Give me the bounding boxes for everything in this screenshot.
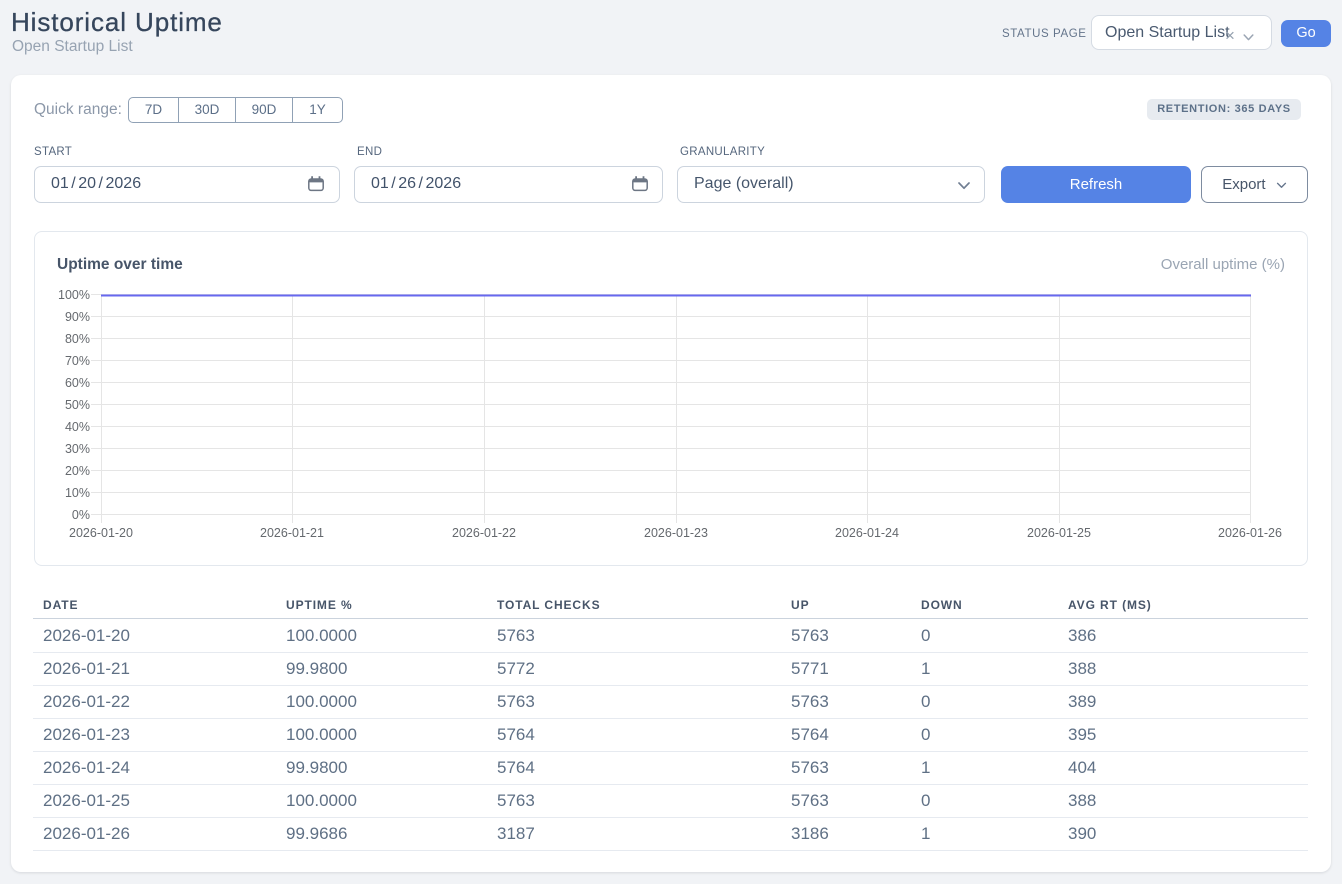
svg-text:2026-01-20: 2026-01-20 [69, 526, 133, 540]
svg-text:30%: 30% [65, 442, 90, 456]
svg-text:40%: 40% [65, 420, 90, 434]
svg-text:2026-01-22: 2026-01-22 [452, 526, 516, 540]
svg-text:70%: 70% [65, 354, 90, 368]
svg-text:2026-01-24: 2026-01-24 [835, 526, 899, 540]
svg-text:50%: 50% [65, 398, 90, 412]
svg-text:0%: 0% [72, 508, 90, 522]
svg-text:2026-01-26: 2026-01-26 [1218, 526, 1282, 540]
svg-text:10%: 10% [65, 486, 90, 500]
svg-text:80%: 80% [65, 332, 90, 346]
svg-text:2026-01-25: 2026-01-25 [1027, 526, 1091, 540]
svg-text:100%: 100% [58, 288, 90, 302]
svg-text:2026-01-23: 2026-01-23 [644, 526, 708, 540]
svg-text:20%: 20% [65, 464, 90, 478]
svg-text:2026-01-21: 2026-01-21 [260, 526, 324, 540]
svg-text:90%: 90% [65, 310, 90, 324]
svg-text:60%: 60% [65, 376, 90, 390]
